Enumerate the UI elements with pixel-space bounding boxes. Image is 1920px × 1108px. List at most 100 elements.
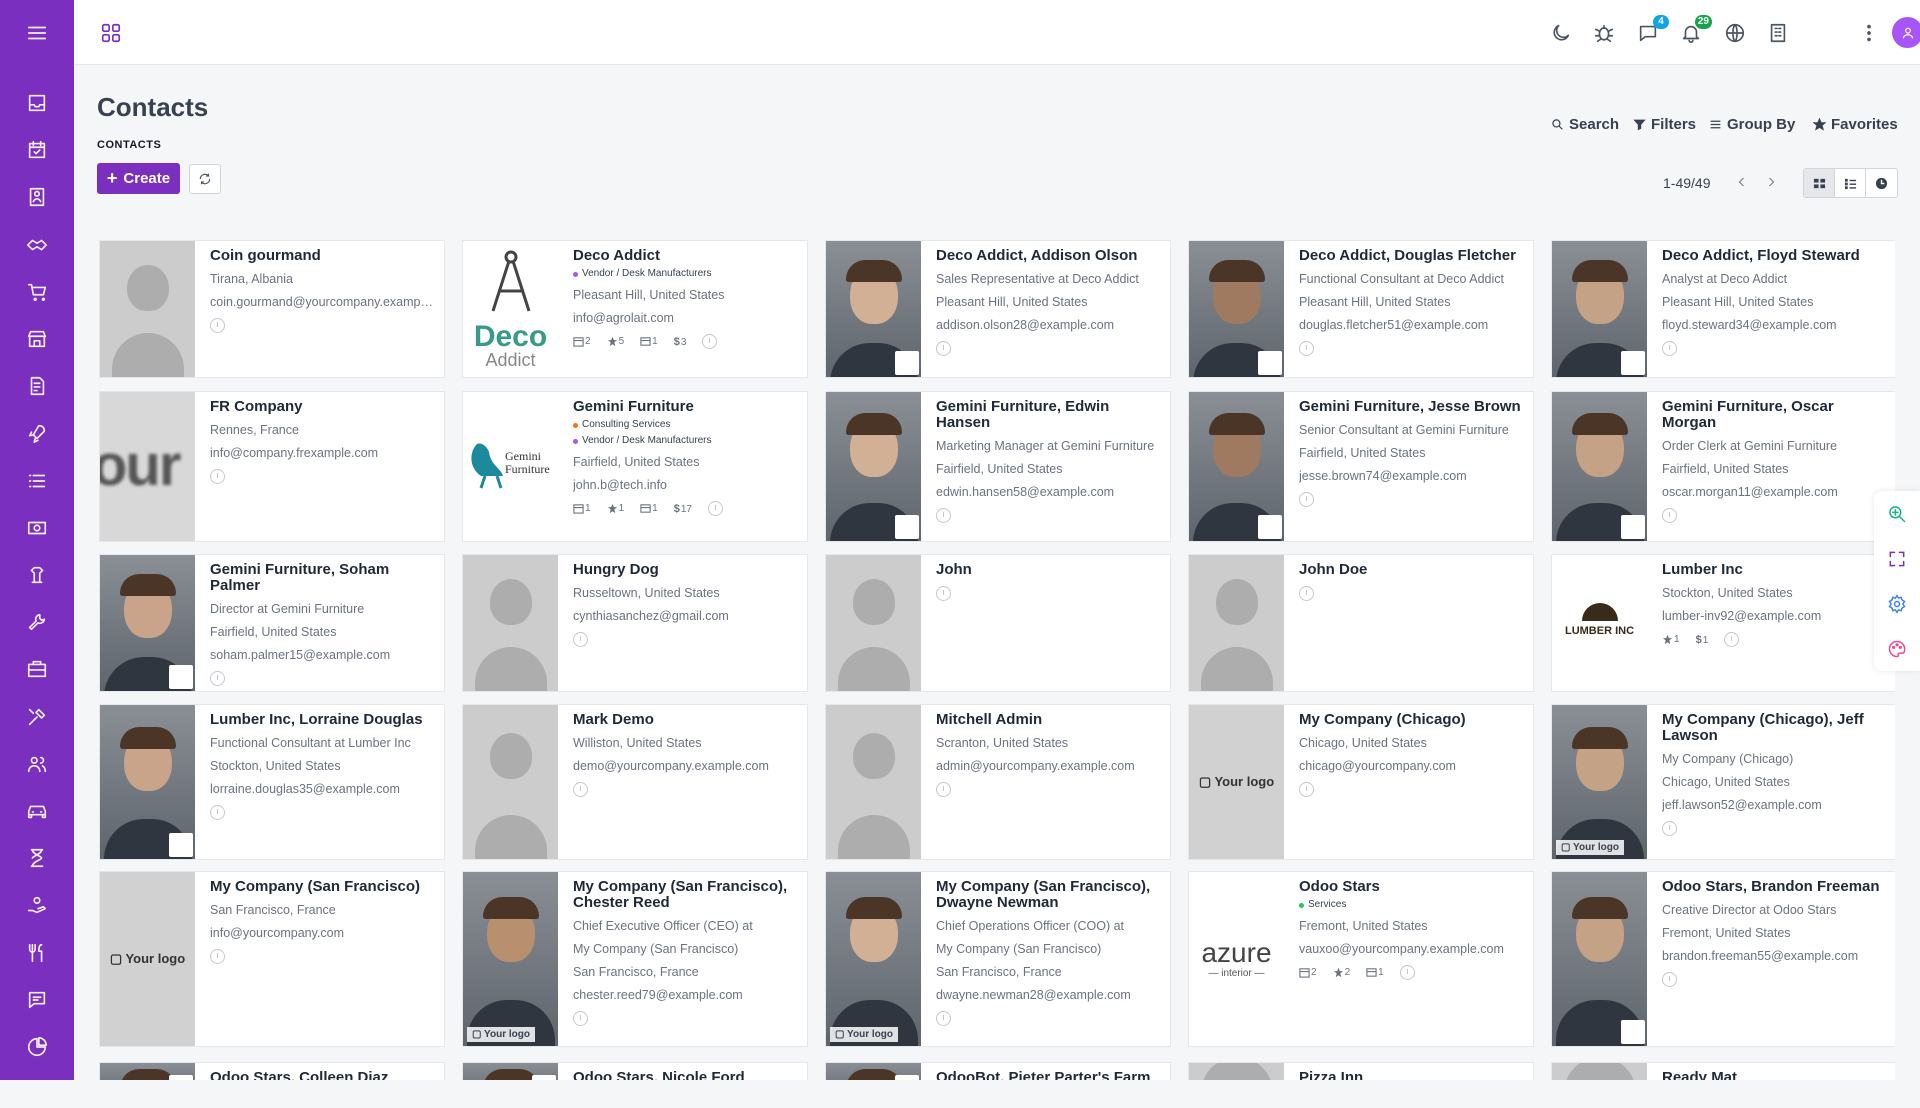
contact-card[interactable]: Odoo Stars, Colleen Diaz xyxy=(99,1062,445,1080)
document-icon[interactable] xyxy=(23,561,51,589)
kanban-view-button[interactable] xyxy=(1804,169,1835,197)
counter-cal[interactable]: 2 xyxy=(1299,967,1317,978)
contact-card[interactable]: Pizza Inn xyxy=(1188,1062,1534,1080)
activity-clock-icon[interactable] xyxy=(702,334,718,349)
store-icon[interactable] xyxy=(23,325,51,353)
contact-card[interactable]: Deco Addict Deco Addict Vendor / Desk Manuf… xyxy=(462,240,808,378)
activity-clock-icon[interactable] xyxy=(210,805,225,820)
bell-icon[interactable]: 29 xyxy=(1676,15,1712,48)
activity-clock-icon[interactable] xyxy=(210,671,225,686)
activity-clock-icon[interactable] xyxy=(936,1011,951,1026)
contact-card[interactable]: Coin gourmand Tirana, Albania coin.gourman… xyxy=(99,240,445,378)
contact-card[interactable]: Mark Demo Williston, United States demo@yo… xyxy=(462,704,808,860)
wrench-icon[interactable] xyxy=(23,608,51,636)
counter-cal[interactable]: 1 xyxy=(573,503,591,514)
contact-card[interactable]: LUMBER INC Lumber Inc Stockton, United Sta… xyxy=(1551,554,1895,692)
activity-clock-icon[interactable] xyxy=(1299,782,1314,797)
zoom-in-icon[interactable] xyxy=(1874,491,1920,536)
activity-clock-icon[interactable] xyxy=(573,632,588,647)
contact-card[interactable]: ▢ Your logo My Company (Chicago) Chicago, … xyxy=(1188,704,1534,860)
contact-card[interactable]: Odoo Stars, Brandon Freeman Creative Dire… xyxy=(1551,871,1895,1047)
invoice-icon[interactable] xyxy=(23,372,51,400)
contact-card[interactable]: ▢ Your logo My Company (San Francisco), C… xyxy=(462,871,808,1047)
activity-clock-icon[interactable] xyxy=(210,949,225,964)
contact-card[interactable]: Hungry Dog Russeltown, United States cynth… xyxy=(462,554,808,692)
menu-icon[interactable] xyxy=(23,19,51,47)
contact-card[interactable]: Odoo Stars, Nicole Ford xyxy=(462,1062,808,1080)
pager-previous-icon[interactable] xyxy=(1734,173,1750,191)
pager-next-icon[interactable] xyxy=(1763,173,1779,191)
pie-chart-icon[interactable] xyxy=(23,1033,51,1061)
activity-clock-icon[interactable] xyxy=(573,1011,588,1026)
contact-card[interactable]: Gemini Furniture, Soham Palmer Director a… xyxy=(99,554,445,692)
briefcase-icon[interactable] xyxy=(23,655,51,683)
activity-clock-icon[interactable] xyxy=(210,318,225,333)
activity-clock-icon[interactable] xyxy=(936,508,951,523)
favorites-toggle[interactable]: Favorites xyxy=(1813,116,1898,133)
create-button[interactable]: + Create xyxy=(97,163,180,194)
contact-card[interactable]: Gemini Furniture, Oscar Morgan Order Cler… xyxy=(1551,391,1895,542)
hand-coins-icon[interactable] xyxy=(23,891,51,919)
expand-icon[interactable] xyxy=(1874,536,1920,581)
contact-card[interactable]: Lumber Inc, Lorraine Douglas Functional C… xyxy=(99,704,445,860)
more-vertical-icon[interactable] xyxy=(1854,18,1884,48)
counter-star[interactable]: 2 xyxy=(1333,967,1350,978)
activity-clock-icon[interactable] xyxy=(1299,341,1314,356)
activity-clock-icon[interactable] xyxy=(573,782,588,797)
building-icon[interactable] xyxy=(1763,18,1793,48)
contact-card[interactable]: ▢ Your logo My Company (San Francisco), D… xyxy=(825,871,1171,1047)
counter-card[interactable]: 1 xyxy=(640,503,658,514)
apps-grid-icon[interactable] xyxy=(96,18,126,48)
contact-card[interactable]: Gemini Furniture Gemini Furniture Consultin… xyxy=(462,391,808,542)
chat-messages-icon[interactable]: 4 xyxy=(1633,15,1669,48)
filters-toggle[interactable]: Filters xyxy=(1633,116,1696,133)
counter-card[interactable]: 1 xyxy=(1366,967,1384,978)
counter-dollar[interactable]: $3 xyxy=(674,336,687,348)
activity-clock-icon[interactable] xyxy=(1662,972,1677,987)
activity-clock-icon[interactable] xyxy=(936,586,951,601)
activity-clock-icon[interactable] xyxy=(707,501,723,516)
counter-dollar[interactable]: $17 xyxy=(674,503,692,515)
refresh-button[interactable] xyxy=(189,164,221,194)
calendar-icon[interactable] xyxy=(23,136,51,164)
contact-card[interactable]: John Doe xyxy=(1188,554,1534,692)
contact-card[interactable]: Ready Mat xyxy=(1551,1062,1895,1080)
contact-card[interactable]: OdooBot, Pieter Parter's Farm xyxy=(825,1062,1171,1080)
tools-icon[interactable] xyxy=(23,703,51,731)
rocket-icon[interactable] xyxy=(23,419,51,447)
counter-card[interactable]: 1 xyxy=(640,336,658,347)
settings-icon[interactable] xyxy=(1874,581,1920,626)
activity-clock-icon[interactable] xyxy=(936,341,951,356)
counter-dollar[interactable]: $1 xyxy=(1696,634,1709,646)
globe-icon[interactable] xyxy=(1720,18,1750,48)
search-toggle[interactable]: Search xyxy=(1551,116,1619,133)
counter-cal[interactable]: 2 xyxy=(573,336,591,347)
activity-view-button[interactable] xyxy=(1866,169,1897,197)
activity-clock-icon[interactable] xyxy=(1724,632,1740,647)
breadcrumb[interactable]: CONTACTS xyxy=(97,139,161,151)
contact-card[interactable]: Gemini Furniture, Jesse Brown Senior Cons… xyxy=(1188,391,1534,542)
contacts-icon[interactable] xyxy=(23,183,51,211)
bug-icon[interactable] xyxy=(1589,18,1619,48)
pager-value[interactable]: 1-49/49 xyxy=(1663,175,1710,191)
activity-clock-icon[interactable] xyxy=(936,782,951,797)
money-icon[interactable] xyxy=(23,514,51,542)
activity-clock-icon[interactable] xyxy=(1662,508,1677,523)
palette-icon[interactable] xyxy=(1874,626,1920,671)
activity-clock-icon[interactable] xyxy=(1399,965,1415,980)
activity-clock-icon[interactable] xyxy=(1299,586,1314,601)
cart-icon[interactable] xyxy=(23,278,51,306)
more-icon[interactable] xyxy=(23,1080,51,1108)
users-icon[interactable] xyxy=(23,750,51,778)
contact-card[interactable]: Deco Addict, Douglas Fletcher Functional … xyxy=(1188,240,1534,378)
activity-clock-icon[interactable] xyxy=(210,469,225,484)
car-icon[interactable] xyxy=(23,797,51,825)
contact-card[interactable]: ▢ Your logo My Company (Chicago), Jeff La… xyxy=(1551,704,1895,860)
groupby-toggle[interactable]: Group By xyxy=(1709,116,1795,133)
inbox-icon[interactable] xyxy=(23,89,51,117)
handshake-icon[interactable] xyxy=(23,231,51,259)
contact-card[interactable]: azure — interior — Odoo Stars Services Fremo… xyxy=(1188,871,1534,1047)
contact-card[interactable]: our FR Company Rennes, France info@company.… xyxy=(99,391,445,542)
activity-clock-icon[interactable] xyxy=(1662,821,1677,836)
user-avatar[interactable] xyxy=(1892,17,1920,48)
